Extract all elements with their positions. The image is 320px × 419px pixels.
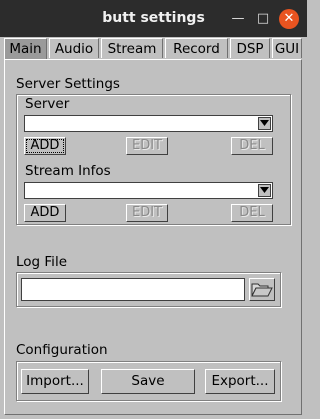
close-icon[interactable]: ✕ [279, 9, 299, 29]
tab-audio[interactable]: Audio [49, 38, 99, 58]
tab-stream[interactable]: Stream [101, 38, 163, 58]
title-bar: butt settings — □ ✕ [0, 0, 307, 37]
export-button[interactable]: Export... [205, 369, 275, 394]
log-file-heading: Log File [16, 254, 67, 270]
minimize-icon[interactable]: — [228, 9, 248, 29]
server-settings-heading: Server Settings [16, 76, 120, 92]
configuration-heading: Configuration [16, 342, 108, 358]
tab-record[interactable]: Record [165, 38, 228, 58]
stream-infos-edit-button[interactable]: EDIT [126, 204, 168, 222]
chevron-down-icon[interactable] [258, 184, 271, 197]
maximize-icon[interactable]: □ [253, 9, 273, 29]
stream-infos-select[interactable] [24, 182, 273, 199]
log-file-input[interactable] [21, 278, 245, 301]
server-edit-button[interactable]: EDIT [126, 137, 168, 155]
server-select[interactable] [24, 115, 273, 132]
stream-infos-label: Stream Infos [25, 163, 111, 179]
stream-infos-del-button[interactable]: DEL [231, 204, 273, 222]
server-add-button[interactable]: ADD [24, 137, 66, 155]
save-button[interactable]: Save [101, 369, 195, 394]
folder-open-icon [251, 283, 273, 297]
stream-infos-add-button[interactable]: ADD [24, 204, 66, 222]
server-del-button[interactable]: DEL [231, 137, 273, 155]
log-file-browse-button[interactable] [249, 278, 275, 301]
tab-gui[interactable]: GUI [272, 38, 302, 58]
server-label: Server [25, 96, 70, 112]
import-button[interactable]: Import... [21, 369, 89, 394]
tab-main[interactable]: Main [4, 38, 47, 59]
chevron-down-icon[interactable] [258, 117, 271, 130]
tab-dsp[interactable]: DSP [230, 38, 270, 58]
